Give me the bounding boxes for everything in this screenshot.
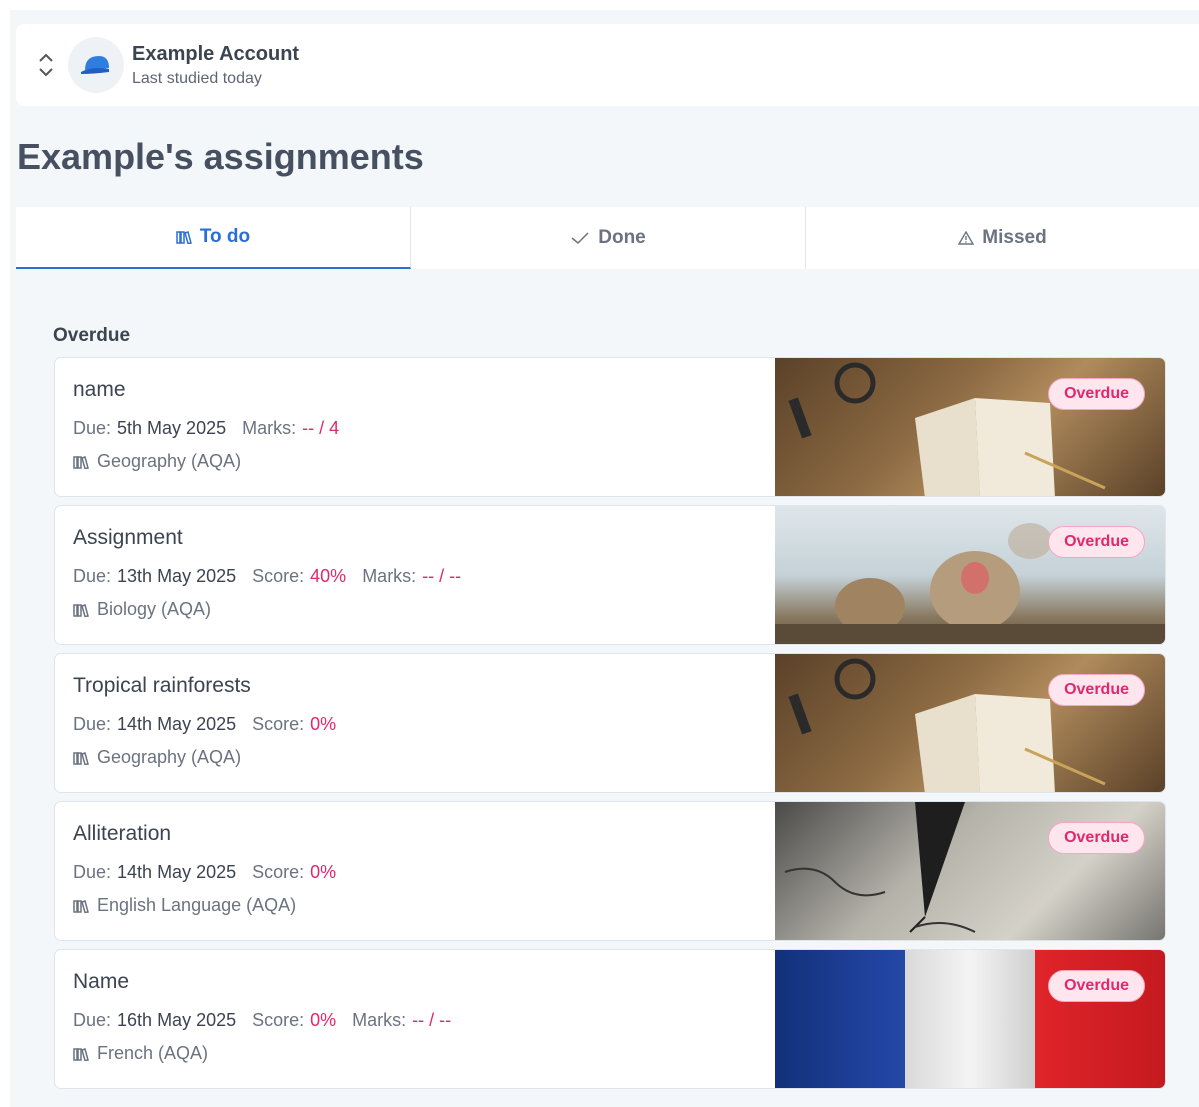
score-value: 0% xyxy=(310,714,337,734)
account-name: Example Account xyxy=(132,42,300,65)
due-date: 5th May 2025 xyxy=(117,418,227,438)
assignment-thumbnail: Overdue xyxy=(775,506,1165,644)
marks-label: Marks: xyxy=(242,418,297,438)
assignment-card[interactable]: Tropical rainforests Due: 14th May 2025 … xyxy=(54,653,1166,793)
tab-missed-label: Missed xyxy=(982,227,1047,248)
score-label: Score: xyxy=(252,714,305,734)
account-last-studied: Last studied today xyxy=(132,69,262,87)
expand-toggle[interactable] xyxy=(28,53,64,77)
assignment-thumbnail: Overdue xyxy=(775,950,1165,1088)
cap-icon xyxy=(81,56,109,74)
page-title: Example's assignments xyxy=(17,136,424,177)
assignment-thumbnail: Overdue xyxy=(775,358,1165,496)
check-icon xyxy=(571,232,589,245)
tab-missed[interactable]: Missed xyxy=(806,207,1199,269)
score-value: 0% xyxy=(310,1010,337,1030)
due-label: Due: xyxy=(73,566,112,586)
score-value: 40% xyxy=(310,566,347,586)
assignment-title: Tropical rainforests xyxy=(73,674,251,697)
subject-name: Biology (AQA) xyxy=(97,599,212,619)
due-label: Due: xyxy=(73,418,112,438)
chevron-down-icon xyxy=(39,68,53,77)
marks-value: -- / -- xyxy=(412,1010,452,1030)
due-date: 14th May 2025 xyxy=(117,862,237,882)
assignment-title: Assignment xyxy=(73,526,183,549)
due-label: Due: xyxy=(73,1010,112,1030)
status-badge: Overdue xyxy=(1048,378,1145,410)
marks-value: -- / -- xyxy=(422,566,462,586)
assignment-card[interactable]: Name Due: 16th May 2025 Score: 0% Marks:… xyxy=(54,949,1166,1089)
marks-value: -- / 4 xyxy=(302,418,340,438)
books-icon xyxy=(73,1047,89,1061)
assignment-thumbnail: Overdue xyxy=(775,654,1165,792)
status-badge: Overdue xyxy=(1048,674,1145,706)
status-badge: Overdue xyxy=(1048,822,1145,854)
assignment-card[interactable]: Alliteration Due: 14th May 2025 Score: 0… xyxy=(54,801,1166,941)
books-icon xyxy=(73,751,89,765)
score-value: 0% xyxy=(310,862,337,882)
tab-bar: To do Done Missed xyxy=(16,207,1199,269)
score-label: Score: xyxy=(252,862,305,882)
score-label: Score: xyxy=(252,1010,305,1030)
subject-name: French (AQA) xyxy=(97,1043,209,1063)
assignment-title: Alliteration xyxy=(73,822,172,845)
books-icon xyxy=(73,455,89,469)
due-label: Due: xyxy=(73,714,112,734)
account-switcher[interactable]: Example Account Last studied today xyxy=(16,24,1199,106)
tab-done[interactable]: Done xyxy=(411,207,806,269)
books-icon xyxy=(176,231,192,244)
status-badge: Overdue xyxy=(1048,970,1145,1002)
subject-name: English Language (AQA) xyxy=(97,895,297,915)
marks-label: Marks: xyxy=(362,566,417,586)
subject-name: Geography (AQA) xyxy=(97,451,242,471)
chevron-up-icon xyxy=(39,53,53,62)
subject-name: Geography (AQA) xyxy=(97,747,242,767)
assignment-title: Name xyxy=(73,970,130,993)
tab-todo[interactable]: To do xyxy=(16,207,411,269)
due-date: 16th May 2025 xyxy=(117,1010,237,1030)
tab-done-label: Done xyxy=(598,227,646,248)
warning-icon xyxy=(958,231,975,245)
assignment-card[interactable]: name Due: 5th May 2025 Marks: -- / 4 Geo… xyxy=(54,357,1166,497)
tab-todo-label: To do xyxy=(199,226,251,247)
assignment-list: name Due: 5th May 2025 Marks: -- / 4 Geo… xyxy=(54,357,1166,1097)
assignment-card[interactable]: Assignment Due: 13th May 2025 Score: 40%… xyxy=(54,505,1166,645)
marks-label: Marks: xyxy=(352,1010,407,1030)
avatar xyxy=(68,37,124,93)
assignment-thumbnail: Overdue xyxy=(775,802,1165,940)
assignment-title: name xyxy=(73,378,126,401)
page: Example Account Last studied today Examp… xyxy=(10,10,1199,1107)
due-date: 13th May 2025 xyxy=(117,566,237,586)
status-badge: Overdue xyxy=(1048,526,1145,558)
books-icon xyxy=(73,899,89,913)
section-overdue-label: Overdue xyxy=(53,325,131,346)
due-label: Due: xyxy=(73,862,112,882)
books-icon xyxy=(73,603,89,617)
score-label: Score: xyxy=(252,566,305,586)
due-date: 14th May 2025 xyxy=(117,714,237,734)
